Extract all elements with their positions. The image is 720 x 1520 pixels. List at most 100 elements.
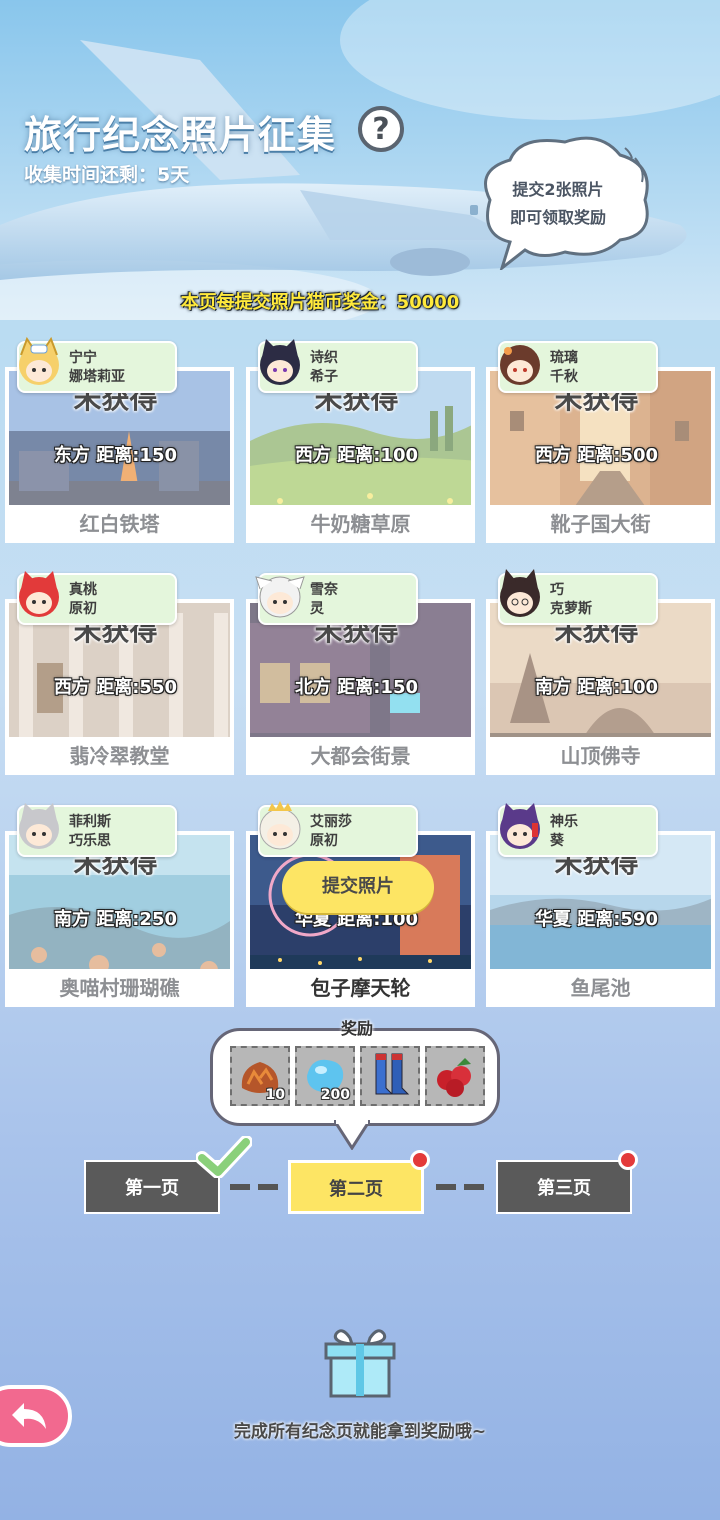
character-names: 琉璃 千秋 [550,349,578,387]
photo-card[interactable]: 未获得 南方 距离:250 奥喵村珊瑚礁 菲利斯 巧乐思 [5,799,234,1007]
direction-distance: 西方 距离:550 [53,677,178,698]
speech-line-2: 即可领取奖励 [509,208,606,227]
photo-card[interactable]: 未获得 西方 距离:550 翡冷翠教堂 真桃 原初 [5,567,234,775]
reward-qty: 200 [320,1087,350,1103]
photo-card[interactable]: 未获得 华夏 距离:590 鱼尾池 神乐 葵 [486,799,715,1007]
character-name-1: 神乐 [550,814,578,830]
reward-label: 奖励 [340,1019,373,1038]
page-3-button[interactable]: 第三页 [496,1160,632,1214]
place-name: 靴子国大街 [486,505,715,543]
character-name-1: 艾丽莎 [310,814,352,830]
character-avatar-icon [255,576,305,618]
character-tag: 真桃 原初 [17,571,177,625]
character-names: 巧 克萝斯 [550,581,592,619]
page-2-button[interactable]: 第二页 [288,1160,424,1214]
character-name-1: 菲利斯 [69,814,111,830]
photo-card[interactable]: 未获得 北方 距离:150 大都会街景 雪奈 灵 [246,567,475,775]
character-name-2: 葵 [550,833,564,849]
direction-distance: 南方 距离:250 [53,909,178,930]
character-name-2: 希子 [310,369,338,385]
speech-bubble-text: 提交2张照片 即可领取奖励 [478,176,638,232]
back-arrow-icon [12,1403,46,1429]
character-name-2: 巧乐思 [69,833,111,849]
photo-card[interactable]: 未获得 南方 距离:100 山顶佛寺 巧 克萝斯 [486,567,715,775]
reward-item[interactable] [360,1046,420,1106]
character-name-2: 原初 [310,833,338,849]
reward-item[interactable]: 200 [295,1046,355,1106]
character-name-2: 千秋 [550,369,578,385]
reward-qty: 10 [265,1087,285,1103]
direction-distance: 西方 距离:500 [534,445,659,466]
place-name: 奥喵村珊瑚礁 [5,969,234,1007]
blue-boots-icon [375,1053,410,1095]
character-names: 雪奈 灵 [310,581,338,619]
character-name-1: 诗织 [310,350,338,366]
direction-distance: 华夏 距离:590 [534,909,659,930]
notification-dot [410,1150,430,1170]
character-avatar-icon [260,339,300,385]
character-name-2: 克萝斯 [550,601,592,617]
direction-distance: 西方 距离:100 [294,445,419,466]
character-name-2: 灵 [310,601,324,617]
notification-dot [618,1150,638,1170]
character-name-1: 真桃 [69,582,97,598]
place-name: 包子摩天轮 [246,969,475,1007]
back-button[interactable] [0,1385,72,1447]
speech-line-1: 提交2张照片 [512,180,604,199]
question-icon: ? [372,111,390,147]
character-avatar-icon [19,803,59,849]
photo-card[interactable]: 未获得 西方 距离:500 靴子国大街 琉璃 千秋 [486,335,715,543]
reward-item[interactable] [425,1046,485,1106]
photo-card[interactable]: 未获得 东方 距离:150 红白铁塔 宁宁 娜塔莉亚 [5,335,234,543]
character-tag: 神乐 葵 [498,803,658,857]
character-name-2: 原初 [69,601,97,617]
character-names: 诗织 希子 [310,349,338,387]
place-name: 牛奶糖草原 [246,505,475,543]
page-connector [436,1184,484,1190]
character-names: 艾丽莎 原初 [310,813,352,851]
character-avatar-icon [500,345,540,385]
checkmark-icon [196,1136,252,1178]
character-tag: 艾丽莎 原初 [258,801,418,857]
character-name-1: 雪奈 [310,582,338,598]
place-name: 鱼尾池 [486,969,715,1007]
place-name: 红白铁塔 [5,505,234,543]
character-names: 宁宁 娜塔莉亚 [69,349,125,387]
submit-photo-button[interactable]: 提交照片 [282,861,434,913]
place-name: 山顶佛寺 [486,737,715,775]
reward-panel-pointer [334,1120,370,1150]
character-tag: 诗织 希子 [258,339,418,393]
character-names: 神乐 葵 [550,813,578,851]
direction-distance: 北方 距离:150 [294,677,419,698]
character-name-1: 巧 [550,582,564,598]
photo-card[interactable]: 未获得 西方 距离:100 牛奶糖草原 诗织 希子 [246,335,475,543]
page-connector [230,1184,278,1190]
character-names: 菲利斯 巧乐思 [69,813,111,851]
character-avatar-icon [19,336,59,385]
help-button[interactable]: ? [358,106,404,152]
red-berries-icon [437,1058,471,1097]
character-tag: 雪奈 灵 [255,573,418,625]
gift-box-icon[interactable] [322,1326,398,1400]
character-avatar-icon [259,801,301,850]
reward-item[interactable]: 10 [230,1046,290,1106]
character-avatar-icon [500,803,540,849]
page-title: 旅行纪念照片征集 [24,113,337,157]
place-name: 翡冷翠教堂 [5,737,234,775]
photo-grid: 未获得 东方 距离:150 红白铁塔 宁宁 娜塔莉亚 未获得 西方 距离:100… [5,335,717,1010]
character-name-1: 琉璃 [550,350,578,366]
character-tag: 巧 克萝斯 [498,569,658,625]
character-name-2: 娜塔莉亚 [69,369,125,385]
direction-distance: 南方 距离:100 [534,677,659,698]
character-name-1: 宁宁 [69,350,97,366]
direction-distance: 东方 距离:150 [53,445,178,466]
bonus-banner: 本页每提交照片猫币奖金：50000 [180,292,460,313]
photo-card-active[interactable]: 提交照片 华夏 距离:100 包子摩天轮 艾丽莎 原初 [246,799,475,1007]
character-tag: 琉璃 千秋 [498,341,658,393]
countdown-text: 收集时间还剩：5天 [24,164,190,186]
character-tag: 菲利斯 巧乐思 [17,803,177,857]
completion-hint: 完成所有纪念页就能拿到奖励哦~ [233,1422,487,1442]
character-tag: 宁宁 娜塔莉亚 [17,336,177,393]
character-names: 真桃 原初 [69,581,97,619]
character-avatar-icon [19,571,59,617]
